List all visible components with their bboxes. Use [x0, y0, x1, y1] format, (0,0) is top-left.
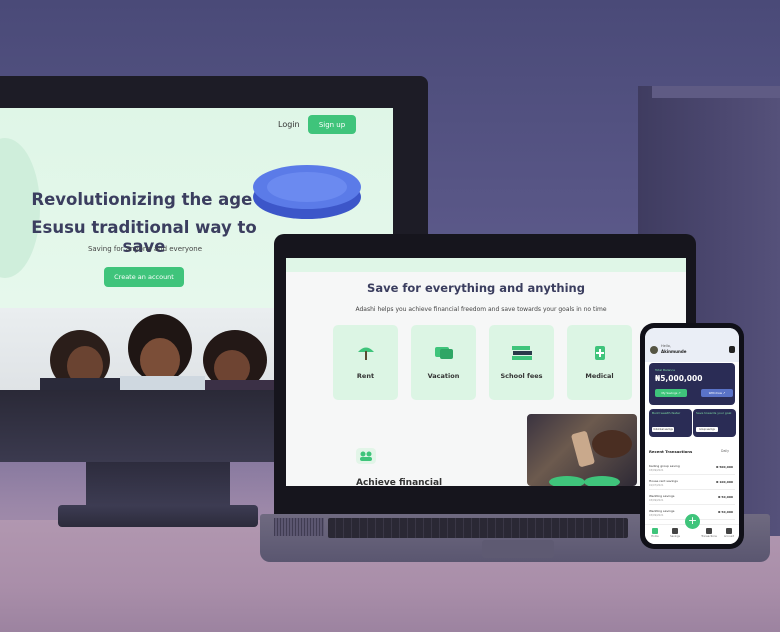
account-icon — [726, 528, 732, 534]
balance-card: Total Balance ₦5,000,000 My Savings ↗ Wi… — [649, 363, 735, 405]
laptop-keyboard — [328, 518, 628, 538]
monitor-stand-foot — [58, 505, 258, 527]
transaction-amount: ₦ 500,000 — [716, 465, 733, 469]
money-icon — [435, 347, 453, 359]
savings-card-vacation[interactable]: Vacation — [411, 325, 476, 400]
create-account-button[interactable]: Create an account — [104, 267, 184, 287]
filter-dropdown[interactable]: Daily — [721, 449, 729, 453]
notification-bell-icon[interactable] — [729, 346, 735, 353]
laptop-trackpad — [482, 540, 554, 558]
login-link[interactable]: Login — [278, 120, 300, 129]
hero-subtitle: Saving for anyone and everyone — [87, 245, 203, 253]
umbrella-icon — [358, 347, 374, 360]
transaction-name: Wedding savings — [649, 494, 675, 498]
medical-icon — [595, 346, 605, 360]
cash-hand-photo — [527, 414, 637, 486]
section-top-band — [286, 258, 686, 272]
nav-transactions[interactable]: Transactions — [701, 528, 717, 538]
transaction-date: 01/07/2021 — [649, 484, 664, 487]
savings-card-label: Medical — [585, 372, 614, 380]
my-savings-button[interactable]: My Savings ↗ — [655, 389, 687, 397]
savings-card-medical[interactable]: Medical — [567, 325, 632, 400]
laptop-speaker-grill — [274, 518, 324, 536]
home-icon — [652, 528, 658, 534]
transaction-amount: ₦ 50,000 — [718, 510, 733, 514]
avatar[interactable] — [650, 346, 658, 354]
greeting-text: Hello, — [661, 344, 671, 348]
transactions-icon — [706, 528, 712, 534]
transaction-name: Kading group saving — [649, 464, 680, 468]
balance-label: Total Balance — [655, 368, 675, 372]
app-header: Hello, Akinmunde — [645, 328, 739, 362]
partial-heading: Achieve financial — [356, 478, 443, 486]
user-name: Akinmunde — [661, 349, 687, 354]
nav-label: Home — [651, 535, 659, 538]
savings-card-label: Vacation — [427, 372, 460, 380]
signup-button[interactable]: Sign up — [308, 115, 356, 134]
recent-transactions-title: Recent Transactions — [649, 449, 693, 454]
section-subtitle: Adashi helps you achieve financial freed… — [355, 306, 607, 313]
transaction-date: 03/09/2021 — [649, 514, 664, 517]
savings-icon — [672, 528, 678, 534]
individual-savings-button[interactable]: Individual savings — [652, 427, 674, 432]
transaction-date: 03/09/2021 — [649, 469, 664, 472]
nav-savings[interactable]: Savings — [667, 528, 683, 538]
nav-home[interactable]: Home — [647, 528, 663, 538]
laptop-website-screen: Save for everything and anything Adashi … — [286, 258, 686, 486]
section-title: Save for everything and anything — [367, 281, 585, 295]
transaction-row[interactable]: House rent savings 01/07/2021 ₦ 100,000 — [649, 477, 735, 490]
savings-card-label: School fees — [500, 372, 543, 380]
group-savings-card[interactable]: Save towards your goal Group savings — [693, 409, 736, 437]
mini-card-title: Build wealth faster — [652, 411, 681, 415]
monitor-stand-neck — [86, 462, 230, 510]
group-savings-button[interactable]: Group savings — [696, 427, 718, 432]
floating-coin-graphic — [253, 165, 361, 219]
transaction-row[interactable]: Kading group saving 03/09/2021 ₦ 500,000 — [649, 462, 735, 475]
transaction-date: 03/09/2021 — [649, 499, 664, 502]
transaction-name: Wedding savings — [649, 509, 675, 513]
savings-card-label: Rent — [356, 372, 375, 380]
savings-card-school-fees[interactable]: School fees — [489, 325, 554, 400]
withdraw-button[interactable]: Withdraw ↗ — [701, 389, 733, 397]
transaction-row[interactable]: Wedding savings 03/09/2021 ₦ 50,000 — [649, 492, 735, 505]
mini-card-title: Save towards your goal — [696, 411, 732, 415]
transaction-amount: ₦ 100,000 — [716, 480, 733, 484]
balance-value: ₦5,000,000 — [655, 374, 703, 383]
books-icon — [512, 346, 532, 360]
nav-account[interactable]: Account — [721, 528, 737, 538]
pillar-top — [652, 86, 780, 98]
transaction-amount: ₦ 50,000 — [718, 495, 733, 499]
nav-label: Account — [723, 535, 735, 538]
savings-card-rent[interactable]: Rent — [333, 325, 398, 400]
individual-savings-card[interactable]: Build wealth faster Individual savings — [649, 409, 692, 437]
add-button[interactable]: + — [685, 514, 700, 529]
transaction-name: House rent savings — [649, 479, 678, 483]
nav-label: Savings — [670, 535, 680, 538]
nav-label: Transactions — [701, 535, 717, 538]
people-icon — [356, 448, 376, 464]
device-mockup-scene: Login Sign up Revolutionizing the age lo… — [0, 0, 780, 632]
mobile-app-screen: Hello, Akinmunde Total Balance ₦5,000,00… — [645, 328, 739, 544]
